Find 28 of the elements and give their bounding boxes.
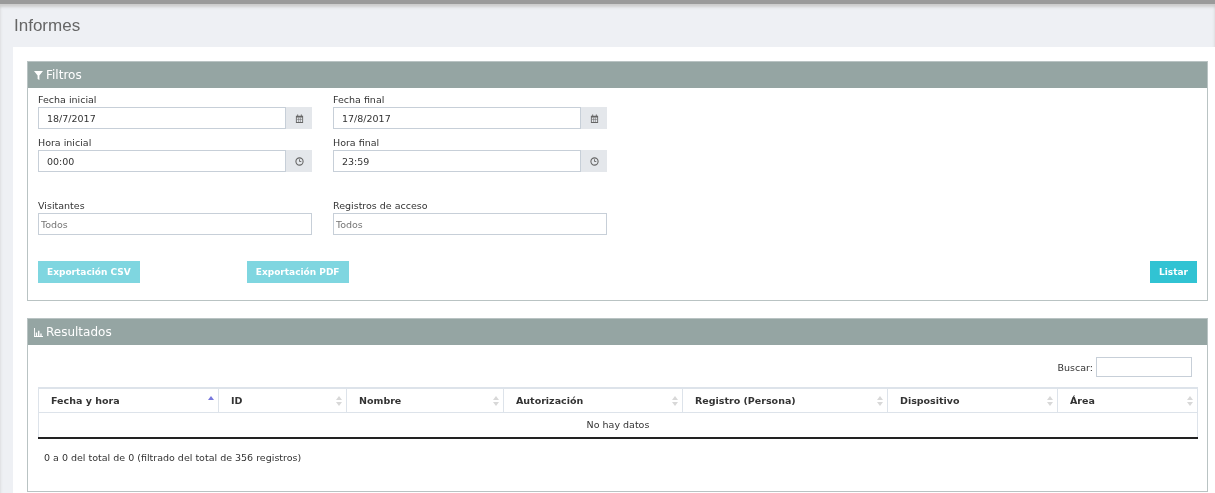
field-label: Fecha inicial <box>38 93 97 107</box>
column-header[interactable]: Autorización <box>503 388 683 412</box>
column-header[interactable]: Área <box>1057 388 1198 412</box>
empty-message: No hay datos <box>586 419 650 430</box>
field-label: Hora final <box>333 136 380 150</box>
clock-icon <box>294 156 304 166</box>
input-field[interactable]: Todos <box>333 213 607 235</box>
column-header[interactable]: Fecha y hora <box>38 388 219 412</box>
input-field[interactable]: Todos <box>38 213 312 235</box>
page-title: Informes <box>14 16 81 37</box>
column-header[interactable]: Dispositivo <box>887 388 1058 412</box>
column-header[interactable]: Nombre <box>346 388 504 412</box>
calendar-icon <box>589 113 599 123</box>
panel-title: Resultados <box>46 325 112 339</box>
field-label: Hora inicial <box>38 136 92 150</box>
field-label: Visitantes <box>38 199 85 213</box>
clock-icon <box>589 156 599 166</box>
calendar-icon <box>294 113 304 123</box>
field-label: Registros de acceso <box>333 199 428 213</box>
search-field[interactable] <box>1096 357 1192 377</box>
field-label: Fecha final <box>333 93 385 107</box>
table-info: 0 a 0 del total de 0 (filtrado del total de 356 registros) <box>44 451 302 463</box>
column-header[interactable]: Registro (Persona) <box>682 388 888 412</box>
search-label: Buscar: <box>1057 361 1093 373</box>
filter-icon <box>34 70 43 80</box>
column-header[interactable]: ID <box>218 388 347 412</box>
panel-title: Filtros <box>46 68 82 82</box>
bar-chart-icon <box>34 327 43 337</box>
